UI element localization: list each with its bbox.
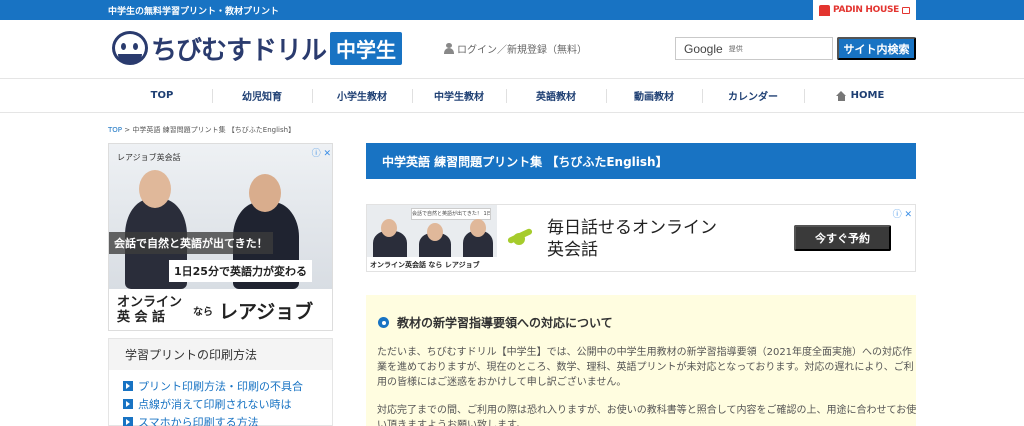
ad-thumbnail: 会話で自然と英語が出てきた！ 1日25分で英語力が変わる オンライン英会話 なら… (367, 205, 497, 271)
padin-house-label: PADIN HOUSE (832, 5, 900, 15)
ad-bottom-text-1: オンライン 英 会 話 (117, 295, 183, 325)
padin-house-link[interactable]: PADIN HOUSE (813, 0, 916, 20)
notice-heading-text: 教材の新学習指導要領への対応について (397, 316, 613, 330)
sidebar-item-smartphone-print[interactable]: スマホから印刷する方法 (123, 414, 259, 426)
ad-headline: 毎日話せるオンライン 英会話 (547, 218, 717, 260)
page-title: 中学英語 練習問題プリント集 【ちびふたEnglish】 (366, 143, 916, 179)
ad-mini-head (470, 219, 486, 237)
home-icon (835, 90, 847, 101)
main-nav: TOP 幼児知育 小学生教材 中学生教材 英語教材 動画教材 カレンダー HOM… (0, 78, 1024, 113)
ad-bottom-text-2: なら (193, 307, 213, 318)
nav-item-english[interactable]: 英語教材 (506, 79, 606, 112)
breadcrumb-separator: > (122, 126, 133, 134)
user-icon (444, 43, 454, 54)
nav-item-top[interactable]: TOP (112, 79, 212, 112)
arrow-right-icon (123, 417, 133, 426)
notice-paragraph-1: ただいま、ちびむすドリル【中学生】では、公開中の中学生用教材の新学習指導要領（2… (377, 347, 914, 388)
print-howto-box: 学習プリントの印刷方法 プリント印刷方法・印刷の不具合 点線が消えて印刷されない… (108, 338, 333, 426)
adchoices-icon[interactable]: ⓘ ✕ (312, 146, 331, 159)
breadcrumb: TOP > 中学英語 練習問題プリント集 【ちびふたEnglish】 (108, 125, 295, 135)
nav-item-calendar[interactable]: カレンダー (702, 79, 804, 112)
ad-brand-label: レアジョブ英会話 (117, 153, 181, 162)
sidebar-item-label: スマホから印刷する方法 (138, 416, 259, 426)
ad-caption-1: 会話で自然と英語が出てきた！ (109, 232, 273, 254)
site-header: ちびむすドリル 中学生 ログイン／新規登録（無料） Google 提供 サイト内… (0, 20, 1024, 78)
ad-caption-2: 1日25分で英語力が変わる (169, 260, 312, 282)
notice-paragraph-2: 対応完了までの間、ご利用の際は恐れ入りますが、お使いの教科書等と照合して内容をご… (377, 405, 917, 426)
top-bar: 中学生の無料学習プリント・教材プリント PADIN HOUSE (0, 0, 1024, 20)
external-link-icon (902, 6, 911, 14)
nav-home-label: HOME (850, 90, 885, 101)
arrow-right-icon (123, 381, 133, 391)
ad-person-left-head (139, 170, 171, 208)
nav-item-video[interactable]: 動画教材 (606, 79, 702, 112)
sidebar-item-dotted-lines[interactable]: 点線が消えて印刷されない時は (123, 396, 291, 412)
arrow-right-icon (123, 399, 133, 409)
site-tagline: 中学生の無料学習プリント・教材プリント (108, 7, 280, 17)
sidebar-title: 学習プリントの印刷方法 (109, 339, 332, 370)
main-advertisement[interactable]: 会話で自然と英語が出てきた！ 1日25分で英語力が変わる オンライン英会話 なら… (366, 204, 916, 272)
sidebar-advertisement[interactable]: レアジョブ英会話 会話で自然と英語が出てきた！ 1日25分で英語力が変わる ⓘ … (108, 143, 333, 331)
nav-item-home[interactable]: HOME (804, 79, 916, 112)
site-search-button[interactable]: サイト内検索 (837, 37, 916, 60)
notice-box: 教材の新学習指導要領への対応について ただいま、ちびむすドリル【中学生】では、公… (366, 295, 916, 426)
login-link[interactable]: ログイン／新規登録（無料） (444, 41, 587, 56)
nav-item-elementary[interactable]: 小学生教材 (312, 79, 412, 112)
sidebar-item-label: プリント印刷方法・印刷の不具合 (138, 380, 303, 393)
ad-bottom-banner: オンライン 英 会 話 なら レアジョブ (109, 289, 332, 330)
mascot-icon (112, 31, 148, 65)
nav-item-junior-high[interactable]: 中学生教材 (412, 79, 506, 112)
ad-person-right-head (249, 174, 281, 212)
padin-house-logo-icon (818, 4, 830, 16)
search-provider-label: 提供 (728, 44, 743, 53)
ad-photo: レアジョブ英会話 会話で自然と英語が出てきた！ 1日25分で英語力が変わる ⓘ … (109, 144, 332, 289)
breadcrumb-current: 中学英語 練習問題プリント集 【ちびふたEnglish】 (132, 126, 296, 134)
google-brand: Google (684, 41, 723, 56)
ad-mini-head (381, 219, 397, 237)
search-input[interactable]: Google 提供 (675, 37, 833, 60)
rarejob-logo-icon (507, 227, 535, 249)
login-label: ログイン／新規登録（無料） (457, 45, 587, 56)
ad-thumbnail-footer: オンライン英会話 なら レアジョブ (367, 257, 497, 271)
logo-text: ちびむすドリル (151, 35, 327, 66)
nav-item-infant[interactable]: 幼児知育 (212, 79, 312, 112)
breadcrumb-top-link[interactable]: TOP (108, 126, 122, 134)
ad-mini-head (427, 223, 443, 241)
ad-bottom-brand: レアジョブ (219, 301, 314, 323)
bullet-circle-icon (378, 317, 389, 328)
sidebar-item-label: 点線が消えて印刷されない時は (138, 398, 292, 411)
ad-reserve-button[interactable]: 今すぐ予約 (794, 225, 891, 251)
sidebar-item-print-method[interactable]: プリント印刷方法・印刷の不具合 (123, 378, 303, 394)
site-logo[interactable]: ちびむすドリル 中学生 (112, 28, 403, 68)
adchoices-icon[interactable]: ⓘ ✕ (893, 207, 912, 220)
notice-heading: 教材の新学習指導要領への対応について (378, 314, 613, 331)
logo-badge: 中学生 (330, 31, 403, 65)
